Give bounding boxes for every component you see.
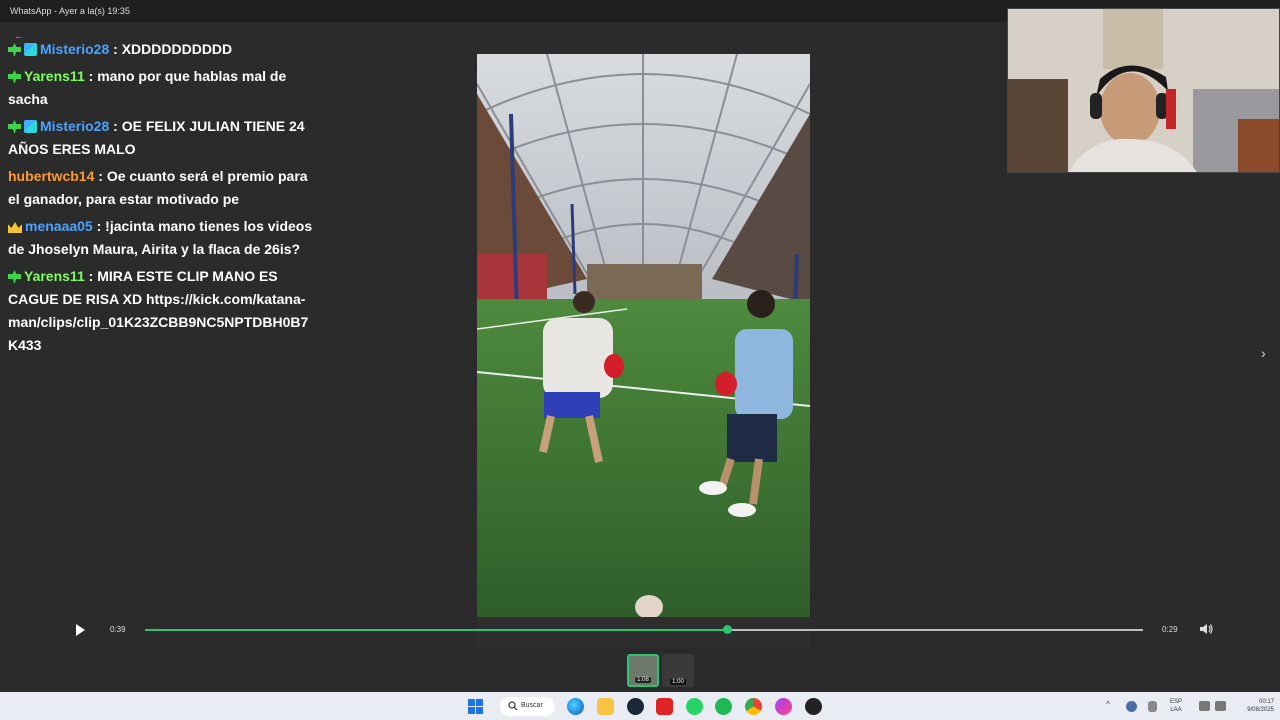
clock[interactable]: 00:17 9/08/2025 [1236,698,1274,714]
chat-separator: : [92,218,106,234]
player-controls: 0:39 0:29 [68,618,1218,642]
lang-top: ESP [1170,699,1183,705]
plus-badge-icon [8,120,21,133]
windows-start-icon[interactable] [467,698,484,715]
file-explorer-icon[interactable] [597,698,614,715]
chat-message: Misterio28 : OE FELIX JULIAN TIENE 24 AÑ… [8,115,313,161]
plus-badge-icon [8,270,21,283]
clip-thumbnail[interactable]: 1:08 [627,654,659,687]
thumbnail-duration: 1:00 [670,679,686,685]
progress-fill [145,629,727,631]
thumbnail-duration: 1:08 [635,677,651,683]
microphone-icon[interactable] [1148,701,1157,712]
window-title: WhatsApp - Ayer a la(s) 19:35 [10,6,130,16]
messenger-icon[interactable] [775,698,792,715]
edge-icon[interactable] [567,698,584,715]
chat-separator: : [94,168,107,184]
chat-separator: : [84,68,98,84]
speaker-icon[interactable] [1215,701,1226,711]
progress-bar[interactable] [145,625,1143,634]
play-icon[interactable] [76,624,85,636]
taskbar-search[interactable]: Buscar [500,697,555,716]
chat-username[interactable]: Misterio28 [40,41,109,57]
chat-message: menaaa05 : !jacinta mano tienes los vide… [8,215,313,261]
plus-badge-icon [8,70,21,83]
taskbar: Buscar ^ ESP LAA 00:17 9/08/2025 [0,692,1280,720]
clip-thumbnail[interactable]: 1:00 [662,654,694,687]
duration-time: 0:29 [1162,625,1178,634]
sub-badge-icon [24,120,37,133]
chat-panel: Misterio28 : XDDDDDDDDDD Yarens11 : mano … [8,38,313,361]
webcam-overlay [1007,8,1280,173]
next-chevron-icon[interactable]: › [1261,345,1266,361]
chat-username[interactable]: Misterio28 [40,118,109,134]
app-window: WhatsApp - Ayer a la(s) 19:35 ← Misterio… [0,0,1280,720]
tray-chevron-icon[interactable]: ^ [1106,700,1110,709]
search-label: Buscar [521,702,543,709]
current-time: 0:39 [110,625,126,634]
app-icon[interactable] [805,698,822,715]
chat-username[interactable]: Yarens11 [24,68,85,84]
chat-text: XDDDDDDDDDD [121,41,233,57]
lang-bottom: LAA [1170,707,1182,713]
clock-date: 9/08/2025 [1247,707,1274,713]
chat-separator: : [109,41,122,57]
webcam-image [1008,9,1279,172]
steam-icon[interactable] [627,698,644,715]
chat-message: Misterio28 : XDDDDDDDDDD [8,38,313,61]
crown-badge-icon [8,222,22,233]
progress-knob[interactable] [722,625,732,634]
sub-badge-icon [24,43,37,56]
wps-icon[interactable] [656,698,673,715]
video-frame[interactable] [477,54,810,617]
network-icon[interactable] [1126,701,1137,712]
whatsapp-icon[interactable] [686,698,703,715]
video-scene-image [477,54,810,617]
language-indicator[interactable]: ESP LAA [1170,698,1182,714]
chat-username[interactable]: menaaa05 [25,218,93,234]
chat-username[interactable]: hubertwcb14 [8,168,94,184]
chrome-icon[interactable] [745,698,762,715]
volume-icon[interactable] [1199,623,1213,635]
clock-time: 00:17 [1258,699,1274,705]
display-icon[interactable] [1199,701,1210,711]
chat-separator: : [109,118,122,134]
chat-message: Yarens11 : MIRA ESTE CLIP MANO ES CAGUE … [8,265,313,357]
chat-separator: : [84,268,98,284]
spotify-icon[interactable] [715,698,732,715]
chat-message: Yarens11 : mano por que hablas mal de sa… [8,65,313,111]
search-icon [508,701,518,711]
chat-username[interactable]: Yarens11 [24,268,85,284]
plus-badge-icon [8,43,21,56]
chat-message: hubertwcb14 : Oe cuanto será el premio p… [8,165,313,211]
